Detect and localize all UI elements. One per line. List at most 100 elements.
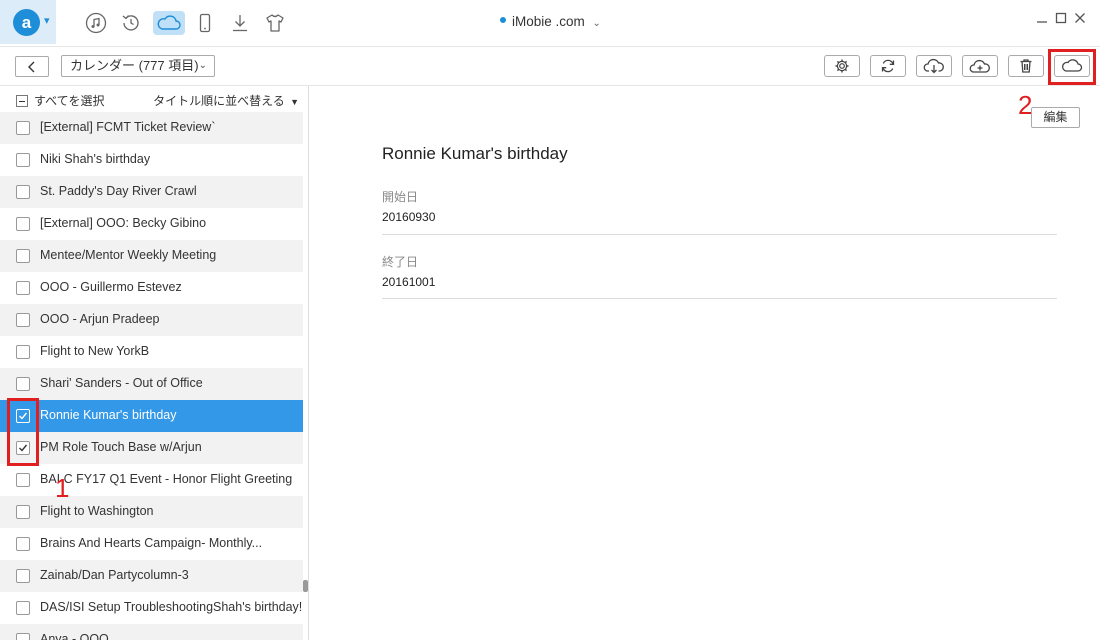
list-item[interactable]: Flight to Washington <box>0 496 303 528</box>
item-checkbox[interactable] <box>16 313 30 327</box>
back-button[interactable] <box>15 56 49 77</box>
icloud-icon[interactable] <box>153 11 185 35</box>
list-item-label: Flight to Washington <box>40 504 154 518</box>
list-item[interactable]: PM Role Touch Base w/Arjun <box>0 432 303 464</box>
list-item-label: OOO - Guillermo Estevez <box>40 280 182 294</box>
sort-label: タイトル順に並べ替える <box>153 94 285 108</box>
list-item-label: Brains And Hearts Campaign- Monthly... <box>40 536 263 550</box>
item-checkbox[interactable] <box>16 473 30 487</box>
music-icon[interactable] <box>83 10 109 36</box>
start-date-value: 20160930 <box>382 210 436 224</box>
toolbar: カレンダー (777 項目) ⌄ <box>0 46 1100 86</box>
account-selector[interactable]: iMobie .com ⌄ <box>500 14 601 29</box>
list-item-label: Anya - OOO <box>40 632 109 640</box>
gear-icon <box>835 59 849 73</box>
list-item[interactable]: DAS/ISI Setup TroubleshootingShah's birt… <box>0 592 303 624</box>
list-item-label: [External] FCMT Ticket Review` <box>40 120 216 134</box>
list-item-label: PM Role Touch Base w/Arjun <box>40 440 202 454</box>
refresh-button[interactable] <box>870 55 906 77</box>
list-item-label: Ronnie Kumar's birthday <box>40 408 177 422</box>
event-title: Ronnie Kumar's birthday <box>382 144 568 163</box>
list-header: すべてを選択 タイトル順に並べ替える ▼ <box>0 86 308 112</box>
phone-icon[interactable] <box>192 10 218 36</box>
list-item-label: Shari' Sanders - Out of Office <box>40 376 203 390</box>
list-item-label: St. Paddy's Day River Crawl <box>40 184 197 198</box>
list-item[interactable]: [External] OOO: Becky Gibino <box>0 208 303 240</box>
maximize-button[interactable] <box>1055 12 1067 28</box>
item-checkbox[interactable] <box>16 569 30 583</box>
divider <box>382 298 1057 299</box>
caret-down-icon: ▼ <box>290 97 299 107</box>
list-item[interactable]: Ronnie Kumar's birthday <box>0 400 303 432</box>
item-checkbox[interactable] <box>16 345 30 359</box>
list-item[interactable]: Anya - OOO <box>0 624 303 640</box>
list-item[interactable]: Niki Shah's birthday <box>0 144 303 176</box>
account-name: iMobie .com <box>512 14 585 29</box>
settings-button[interactable] <box>824 55 860 77</box>
list-item-label: Flight to New YorkB <box>40 344 150 358</box>
list-item-label: Zainab/Dan Partycolumn-3 <box>40 568 189 582</box>
edit-button[interactable]: 編集 <box>1031 107 1080 128</box>
scrollbar-thumb[interactable] <box>303 580 308 592</box>
trash-icon <box>1020 59 1032 73</box>
cloud-add-icon <box>969 59 990 73</box>
item-checkbox[interactable] <box>16 281 30 295</box>
category-dropdown[interactable]: カレンダー (777 項目) ⌄ <box>61 55 215 77</box>
shirt-icon[interactable] <box>262 10 288 36</box>
item-checkbox[interactable] <box>16 601 30 615</box>
item-checkbox[interactable] <box>16 249 30 263</box>
item-checkbox[interactable] <box>16 185 30 199</box>
close-button[interactable] <box>1074 12 1086 28</box>
start-date-label: 開始日 <box>382 190 419 204</box>
category-label: カレンダー (777 項目) <box>70 58 199 73</box>
delete-button[interactable] <box>1008 55 1044 77</box>
highlight-box-step-2 <box>1048 49 1096 85</box>
item-checkbox[interactable] <box>16 505 30 519</box>
end-date-label: 終了日 <box>382 255 419 269</box>
chevron-down-icon: ▾ <box>44 14 50 27</box>
refresh-icon <box>881 59 895 73</box>
item-checkbox[interactable] <box>16 537 30 551</box>
list-item[interactable]: Shari' Sanders - Out of Office <box>0 368 303 400</box>
title-bar: a ▾ iMobie .com ⌄ <box>0 0 1100 46</box>
list-item[interactable]: OOO - Guillermo Estevez <box>0 272 303 304</box>
list-item[interactable]: Zainab/Dan Partycolumn-3 <box>0 560 303 592</box>
chevron-left-icon <box>28 61 35 72</box>
list-item[interactable]: Mentee/Mentor Weekly Meeting <box>0 240 303 272</box>
list-item-label: [External] OOO: Becky Gibino <box>40 216 207 230</box>
step-1-label: 1 <box>55 473 70 503</box>
app-logo-button[interactable]: a ▾ <box>0 0 56 44</box>
download-to-computer-button[interactable] <box>916 55 952 77</box>
list-item[interactable]: [External] FCMT Ticket Review` <box>0 112 303 144</box>
cloud-download-icon <box>923 58 944 74</box>
history-icon[interactable] <box>118 10 144 36</box>
list-item-label: Mentee/Mentor Weekly Meeting <box>40 248 217 262</box>
list-item-label: Niki Shah's birthday <box>40 152 151 166</box>
sort-dropdown[interactable]: タイトル順に並べ替える ▼ <box>153 92 299 109</box>
select-all-checkbox[interactable] <box>16 94 28 107</box>
list-item[interactable]: St. Paddy's Day River Crawl <box>0 176 303 208</box>
item-checkbox[interactable] <box>16 377 30 391</box>
item-checkbox[interactable] <box>16 153 30 167</box>
minimize-button[interactable] <box>1036 12 1048 28</box>
end-date-value: 20161001 <box>382 275 436 289</box>
list-item-label: DAS/ISI Setup TroubleshootingShah's birt… <box>40 600 303 614</box>
list-item[interactable]: Brains And Hearts Campaign- Monthly... <box>0 528 303 560</box>
list-item[interactable]: OOO - Arjun Pradeep <box>0 304 303 336</box>
list-item[interactable]: Flight to New YorkB <box>0 336 303 368</box>
app-logo-icon: a <box>13 9 40 36</box>
chevron-down-icon: ⌄ <box>592 18 601 29</box>
list-item-label: BAI C FY17 Q1 Event - Honor Flight Greet… <box>40 472 293 486</box>
item-checkbox[interactable] <box>16 633 30 640</box>
status-dot <box>500 17 506 24</box>
item-checkbox[interactable] <box>16 121 30 135</box>
chevron-down-icon: ⌄ <box>198 60 207 71</box>
add-to-icloud-button[interactable] <box>962 55 998 77</box>
calendar-list-panel: すべてを選択 タイトル順に並べ替える ▼ [External] FCMT Tic… <box>0 86 309 640</box>
download-icon[interactable] <box>227 10 253 36</box>
select-all-label: すべてを選択 <box>34 94 105 108</box>
select-all-control[interactable]: すべてを選択 <box>16 92 104 109</box>
divider <box>382 234 1057 235</box>
list-item[interactable]: BAI C FY17 Q1 Event - Honor Flight Greet… <box>0 464 303 496</box>
item-checkbox[interactable] <box>16 217 30 231</box>
